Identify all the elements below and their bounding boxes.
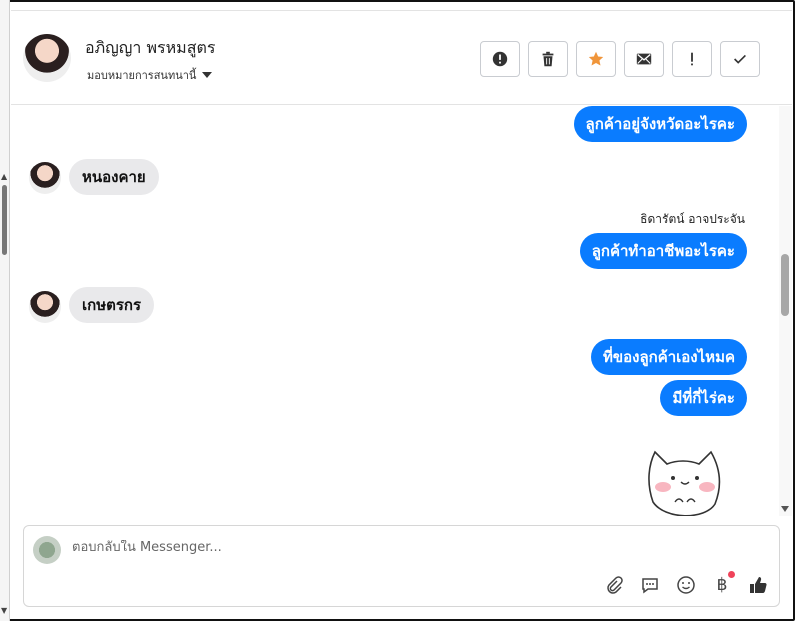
message-outgoing[interactable]: ลูกค้าอยู่จังหวัดอะไรคะ <box>573 106 747 142</box>
message-thread[interactable]: ลูกค้าอยู่จังหวัดอะไรคะ หนองคาย ธิดารัตน… <box>11 106 779 516</box>
sender-avatar <box>29 291 61 323</box>
follow-up-button[interactable] <box>672 41 712 77</box>
scroll-down-icon[interactable]: ▼ <box>1 606 7 615</box>
page-avatar <box>33 536 61 564</box>
scroll-up-icon[interactable]: ▲ <box>1 172 7 181</box>
trash-icon <box>542 51 554 67</box>
mail-icon <box>636 53 652 65</box>
star-icon <box>588 51 604 66</box>
like-button[interactable] <box>747 574 769 596</box>
emoji-button[interactable] <box>675 574 697 596</box>
assign-label: มอบหมายการสนทนานี้ <box>87 69 197 82</box>
notification-dot <box>728 571 735 578</box>
conversation-header: อภิญญา พรหมสูตร มอบหมายการสนทนานี้ <box>11 10 792 105</box>
report-button[interactable] <box>480 41 520 77</box>
cat-sticker-icon[interactable] <box>641 442 731 516</box>
saved-replies-button[interactable] <box>639 574 661 596</box>
message-outgoing[interactable]: ลูกค้าทำอาชีพอะไรคะ <box>579 233 747 269</box>
assign-conversation-dropdown[interactable]: มอบหมายการสนทนานี้ <box>87 66 213 84</box>
thread-scrollbar[interactable] <box>779 106 792 516</box>
message-incoming[interactable]: หนองคาย <box>69 159 159 195</box>
contact-avatar[interactable] <box>23 34 71 82</box>
check-icon <box>734 54 746 64</box>
paperclip-icon <box>607 576 623 594</box>
alert-circle-icon <box>492 51 508 67</box>
message-incoming[interactable]: เกษตรกร <box>69 287 155 323</box>
sender-name: ธิดารัตน์ อาจประจัน <box>640 212 745 226</box>
speech-bubble-icon <box>642 578 658 594</box>
delete-button[interactable] <box>528 41 568 77</box>
thumbs-up-icon <box>750 577 767 593</box>
smiley-icon <box>677 576 695 594</box>
scroll-down-icon[interactable] <box>781 506 789 512</box>
header-actions <box>480 41 760 77</box>
reply-input[interactable] <box>72 540 572 555</box>
payment-button[interactable]: ฿ <box>711 571 735 596</box>
scroll-thumb[interactable] <box>781 254 789 316</box>
mark-done-button[interactable] <box>720 41 760 77</box>
sender-avatar <box>29 162 61 194</box>
exclamation-icon <box>691 52 693 66</box>
attach-file-button[interactable] <box>603 574 625 596</box>
left-panel-edge: ▲ ▼ <box>0 0 10 621</box>
baht-icon: ฿ <box>716 575 728 595</box>
message-outgoing[interactable]: ที่ของลูกค้าเองไหมค <box>590 339 747 375</box>
composer-tools: ฿ <box>603 571 769 596</box>
chevron-down-icon <box>202 72 213 78</box>
reply-composer: ฿ <box>23 525 780 607</box>
star-button[interactable] <box>576 41 616 77</box>
contact-name[interactable]: อภิญญา พรหมสูตร <box>85 36 215 61</box>
mark-unread-button[interactable] <box>624 41 664 77</box>
message-outgoing[interactable]: มีที่กี่ไร่คะ <box>660 380 747 416</box>
left-scroll-thumb[interactable] <box>2 185 7 255</box>
